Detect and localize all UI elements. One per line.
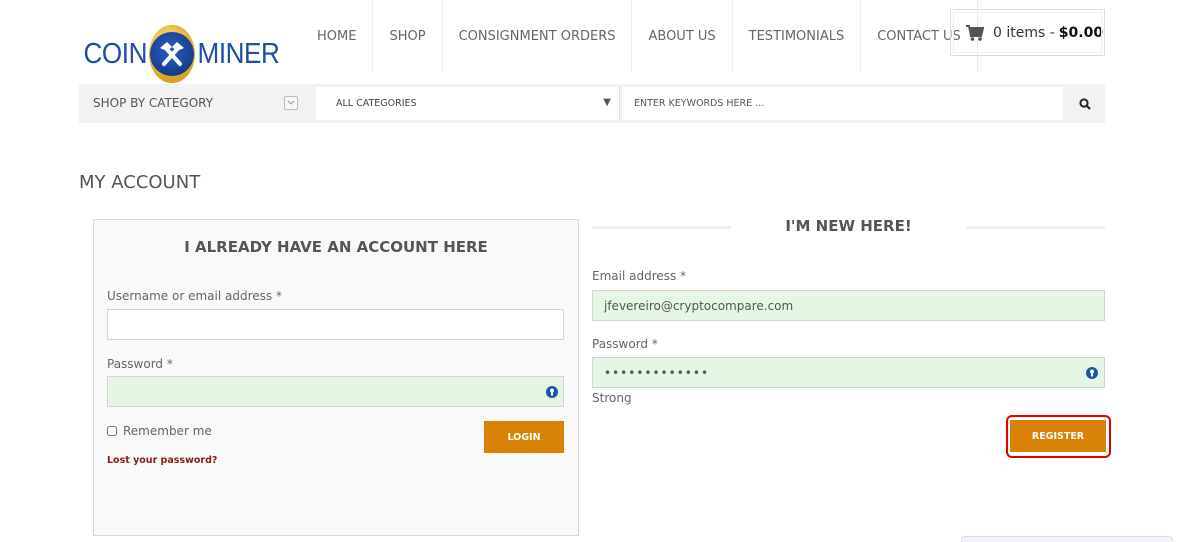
nav-item-shop[interactable]: SHOP xyxy=(372,0,441,72)
shopping-cart-icon xyxy=(966,24,985,41)
login-button[interactable]: LOGIN xyxy=(484,421,564,453)
search-bar: SHOP BY CATEGORY ALL CATEGORIES ▼ xyxy=(79,84,1105,123)
logo[interactable]: COIN MINER xyxy=(80,24,284,84)
category-select-value: ALL CATEGORIES xyxy=(336,98,417,109)
search-button[interactable] xyxy=(1067,87,1103,120)
cart-total: $0.00 xyxy=(1058,24,1104,41)
register-email-input[interactable] xyxy=(592,290,1105,321)
divider xyxy=(619,87,620,120)
password-manager-key-icon[interactable] xyxy=(1086,367,1098,379)
nav-item-about-us[interactable]: ABOUT US xyxy=(631,0,731,72)
register-password-input[interactable] xyxy=(592,357,1105,388)
logo-text-coin: COIN xyxy=(83,37,148,70)
dropdown-arrow-icon: ▼ xyxy=(603,97,611,108)
lost-password-link[interactable]: Lost your password? xyxy=(107,455,217,466)
crossed-hammers-icon xyxy=(159,42,184,66)
password-label: Password * xyxy=(107,357,173,371)
category-select[interactable]: ALL CATEGORIES ▼ xyxy=(316,87,619,120)
remember-me-input[interactable] xyxy=(107,426,117,436)
shop-by-category-label: SHOP BY CATEGORY xyxy=(93,96,214,110)
chevron-down-icon[interactable] xyxy=(284,96,298,110)
remember-me-checkbox[interactable]: Remember me xyxy=(107,424,212,438)
email-label: Email address * xyxy=(592,269,687,283)
main-nav: HOME SHOP CONSIGNMENT ORDERS ABOUT US TE… xyxy=(301,0,978,72)
login-password-input[interactable] xyxy=(107,376,564,407)
nav-item-consignment-orders[interactable]: CONSIGNMENT ORDERS xyxy=(441,0,632,72)
divider xyxy=(966,226,1105,229)
register-header: I'M NEW HERE! xyxy=(592,217,1105,237)
nav-item-testimonials[interactable]: TESTIMONIALS xyxy=(731,0,861,72)
username-input[interactable] xyxy=(107,309,564,340)
remember-me-label: Remember me xyxy=(123,424,212,438)
search-icon xyxy=(1079,97,1091,110)
cart-items-count: 0 items - xyxy=(993,24,1055,41)
register-password-label: Password * xyxy=(592,337,658,351)
logo-coin-emblem xyxy=(148,25,196,83)
login-panel: I ALREADY HAVE AN ACCOUNT HERE Username … xyxy=(93,219,579,536)
register-button[interactable]: REGISTER xyxy=(1010,420,1106,452)
bottom-widget[interactable] xyxy=(961,536,1173,542)
cart-button[interactable]: 0 items - $0.00 xyxy=(950,9,1105,56)
nav-item-home[interactable]: HOME xyxy=(301,0,372,72)
login-title: I ALREADY HAVE AN ACCOUNT HERE xyxy=(184,238,488,256)
password-manager-key-icon[interactable] xyxy=(546,386,558,398)
password-strength-indicator: Strong xyxy=(592,391,632,405)
page-title: MY ACCOUNT xyxy=(79,172,201,193)
username-label: Username or email address * xyxy=(107,289,282,303)
logo-text-miner: MINER xyxy=(197,37,280,70)
keyword-search-input[interactable] xyxy=(622,87,1063,120)
